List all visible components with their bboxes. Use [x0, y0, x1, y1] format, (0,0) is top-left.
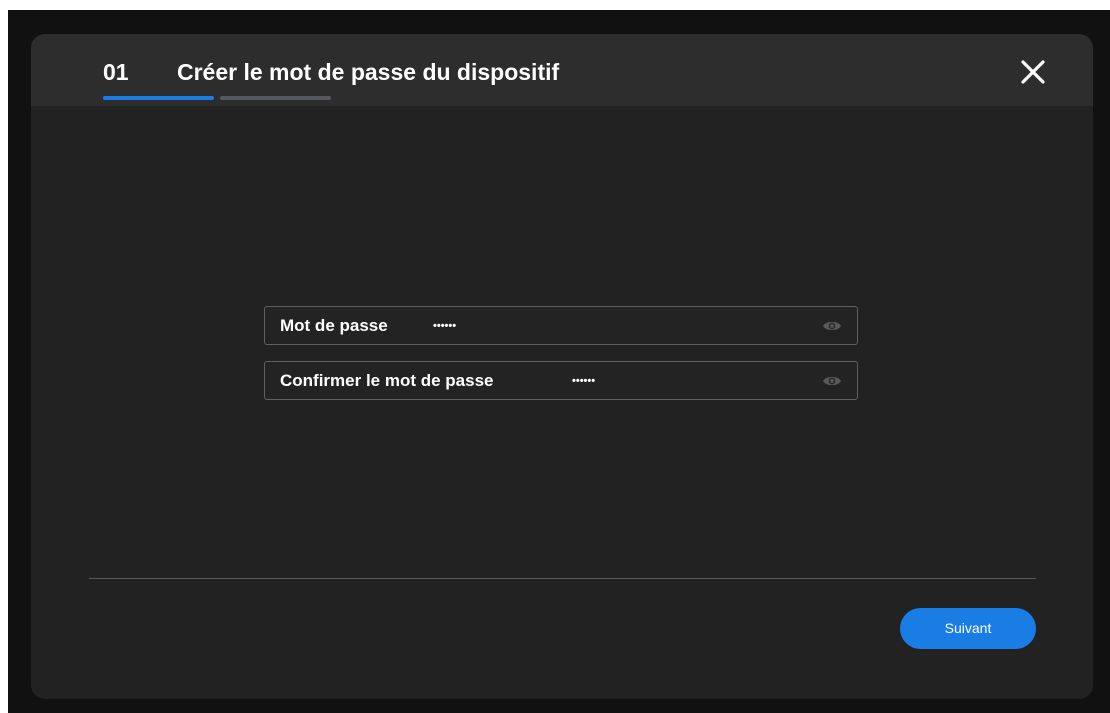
create-password-dialog: 01 Créer le mot de passe du dispositif M… — [31, 34, 1093, 699]
confirm-password-value[interactable]: •••••• — [572, 372, 595, 390]
eye-icon[interactable] — [822, 374, 842, 388]
confirm-password-label: Confirmer le mot de passe — [280, 371, 494, 390]
eye-icon[interactable] — [822, 319, 842, 333]
footer-divider — [89, 578, 1036, 579]
progress-step-1-active — [103, 96, 214, 100]
next-button[interactable]: Suivant — [900, 608, 1036, 649]
password-label: Mot de passe — [280, 316, 388, 335]
password-value[interactable]: •••••• — [433, 317, 456, 335]
dialog-title: Créer le mot de passe du dispositif — [177, 59, 560, 85]
progress-step-2-inactive — [220, 96, 331, 100]
confirm-password-field[interactable]: Confirmer le mot de passe •••••• — [264, 361, 858, 400]
close-button[interactable] — [1017, 56, 1049, 88]
dialog-header: 01 Créer le mot de passe du dispositif — [31, 34, 1093, 106]
password-field[interactable]: Mot de passe •••••• — [264, 306, 858, 345]
close-icon — [1021, 60, 1045, 84]
step-number: 01 — [103, 59, 129, 85]
